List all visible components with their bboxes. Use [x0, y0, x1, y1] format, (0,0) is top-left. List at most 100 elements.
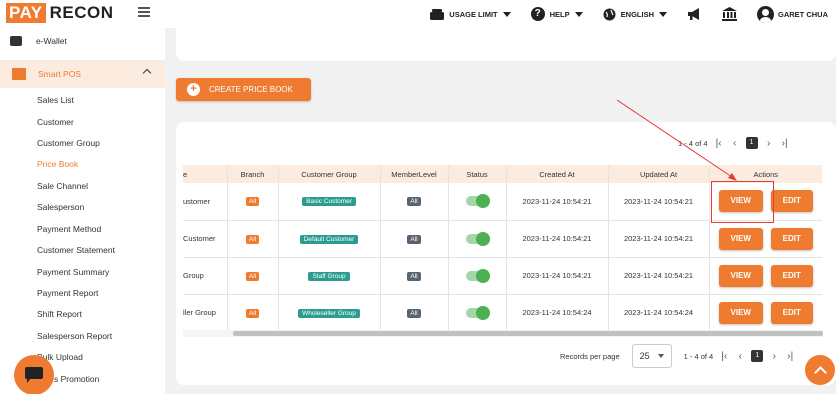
usage-limit-label: USAGE LIMIT: [449, 9, 498, 19]
announcement-button[interactable]: [687, 8, 702, 20]
sidebar-item-payment-report[interactable]: Payment Report: [37, 288, 98, 298]
cash-register-icon: [12, 68, 26, 80]
scroll-to-top-button[interactable]: [805, 355, 835, 385]
first-page-icon[interactable]: |‹: [719, 351, 729, 362]
sidebar-item-payment-method[interactable]: Payment Method: [37, 224, 101, 234]
sidebar-item-ewallet[interactable]: e-Wallet: [10, 36, 67, 46]
cell-name: Customer: [183, 220, 227, 258]
cell-actions: VIEW EDIT: [708, 294, 822, 332]
wallet-icon: [10, 36, 22, 46]
bottom-pager-controls: 1 - 4 of 4 |‹ ‹ 1 › ›|: [684, 350, 796, 362]
last-page-icon[interactable]: ›|: [780, 138, 790, 149]
edit-button[interactable]: EDIT: [770, 227, 813, 250]
cell-status: [447, 294, 506, 332]
branch-badge: All: [245, 234, 260, 244]
cell-customer-group: Basic Customer: [277, 183, 380, 221]
language-menu[interactable]: ENGLISH: [603, 8, 667, 21]
user-name: GARET CHUA: [778, 9, 828, 19]
view-button[interactable]: VIEW: [718, 301, 763, 324]
usage-limit-menu[interactable]: USAGE LIMIT: [430, 8, 511, 20]
header-nav: USAGE LIMIT ? HELP ENGLISH GARET CHUA: [416, 4, 828, 24]
create-price-book-label: CREATE PRICE BOOK: [209, 85, 293, 94]
view-button[interactable]: VIEW: [718, 264, 763, 287]
cell-name: ustomer: [183, 183, 227, 221]
cell-customer-group: Staff Group: [277, 257, 380, 295]
next-page-icon[interactable]: ›: [764, 138, 774, 149]
col-status-header[interactable]: Status: [447, 165, 506, 183]
sidebar-item-shift-report[interactable]: Shift Report: [37, 309, 82, 319]
language-label: ENGLISH: [620, 9, 654, 19]
chevron-down-icon: [574, 11, 583, 17]
chevron-up-icon[interactable]: [142, 68, 152, 78]
prev-page-icon[interactable]: ‹: [730, 138, 740, 149]
bottom-pagination: Records per page 25 1 - 4 of 4 |‹ ‹ 1 › …: [560, 344, 795, 368]
scrollbar-thumb[interactable]: [233, 331, 823, 336]
status-toggle[interactable]: [466, 231, 490, 246]
view-button[interactable]: VIEW: [718, 227, 763, 250]
cell-branch: All: [226, 294, 278, 332]
cell-customer-group: Default Customer: [277, 220, 380, 258]
pagination-range: 1 - 4 of 4: [683, 351, 714, 361]
table-row: Customer All Default Customer All 2023-1…: [183, 220, 822, 258]
horizontal-scrollbar[interactable]: [183, 330, 823, 337]
sidebar-item-sales-list[interactable]: Sales List: [37, 95, 74, 105]
records-per-page-select[interactable]: 25: [631, 344, 672, 368]
hamburger-menu-icon[interactable]: [138, 7, 150, 17]
sidebar-item-customer-statement[interactable]: Customer Statement: [37, 245, 115, 255]
cell-branch: All: [226, 257, 278, 295]
edit-button[interactable]: EDIT: [770, 301, 813, 324]
page-number[interactable]: 1: [751, 350, 764, 362]
cell-created-at: 2023-11-24 10:54:21: [505, 183, 608, 221]
cell-name: Group: [183, 257, 227, 295]
first-page-icon[interactable]: |‹: [714, 138, 724, 149]
next-page-icon[interactable]: ›: [769, 351, 779, 362]
member-level-badge: All: [407, 308, 421, 318]
col-customer-group-header[interactable]: Customer Group: [277, 165, 380, 183]
sidebar-item-salesperson[interactable]: Salesperson: [37, 202, 84, 212]
help-label: HELP: [549, 9, 570, 19]
sidebar-item-sale-channel[interactable]: Sale Channel: [37, 181, 88, 191]
prev-page-icon[interactable]: ‹: [735, 351, 745, 362]
megaphone-icon: [688, 8, 699, 20]
col-created-at-header[interactable]: Created At: [505, 165, 608, 183]
cell-updated-at: 2023-11-24 10:54:21: [607, 183, 709, 221]
sidebar-item-salesperson-report[interactable]: Salesperson Report: [37, 331, 112, 341]
sidebar-item-customer[interactable]: Customer: [37, 117, 74, 127]
status-toggle[interactable]: [466, 194, 490, 209]
chevron-down-icon: [502, 11, 511, 17]
cell-updated-at: 2023-11-24 10:54:24: [607, 294, 709, 332]
cell-created-at: 2023-11-24 10:54:24: [505, 294, 608, 332]
sidebar-item-label: Smart POS: [38, 69, 81, 79]
last-page-icon[interactable]: ›|: [785, 351, 795, 362]
sidebar-item-smart-pos[interactable]: Smart POS: [0, 60, 165, 88]
user-menu[interactable]: GARET CHUA: [757, 5, 828, 23]
cell-actions: VIEW EDIT: [708, 220, 822, 258]
sidebar-item-customer-group[interactable]: Customer Group: [37, 138, 100, 148]
edit-button[interactable]: EDIT: [770, 264, 813, 287]
col-member-level-header[interactable]: MemberLevel: [379, 165, 448, 183]
branch-badge: All: [245, 308, 260, 318]
col-branch-header[interactable]: Branch: [226, 165, 278, 183]
table-row: Group All Staff Group All 2023-11-24 10:…: [183, 257, 822, 295]
status-toggle[interactable]: [466, 305, 490, 320]
bank-button[interactable]: [722, 7, 737, 21]
payrecon-logo[interactable]: PAY RECON: [6, 3, 114, 23]
records-per-page-value: 25: [639, 351, 650, 361]
cell-member-level: All: [379, 183, 448, 221]
customer-group-badge: Default Customer: [299, 234, 359, 244]
chat-bubble-icon[interactable]: [14, 355, 54, 394]
sidebar-item-payment-summary[interactable]: Payment Summary: [37, 267, 109, 277]
col-updated-at-header[interactable]: Updated At: [607, 165, 709, 183]
customer-group-badge: Basic Customer: [302, 197, 356, 207]
logo-pay-text: PAY: [6, 3, 46, 23]
page-number[interactable]: 1: [745, 137, 758, 149]
cell-member-level: All: [379, 294, 448, 332]
help-menu[interactable]: ? HELP: [530, 7, 583, 21]
edit-button[interactable]: EDIT: [770, 190, 813, 213]
cell-customer-group: Wholeseller Group: [277, 294, 380, 332]
sidebar-item-price-book[interactable]: Price Book: [37, 159, 78, 169]
create-price-book-button[interactable]: + CREATE PRICE BOOK: [176, 78, 311, 101]
status-toggle[interactable]: [466, 268, 490, 283]
member-level-badge: All: [407, 271, 421, 281]
col-name-header[interactable]: e: [183, 165, 227, 183]
